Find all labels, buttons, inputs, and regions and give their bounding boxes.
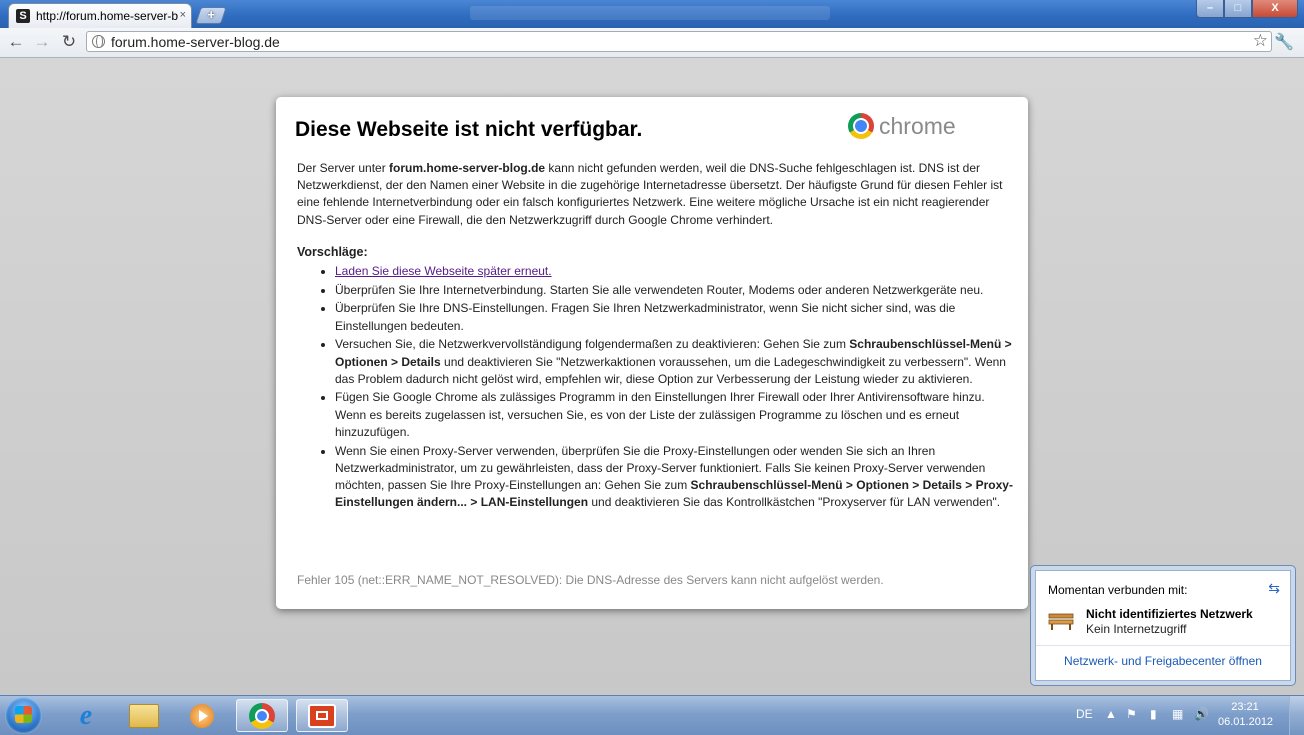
forward-arrow-icon[interactable]: → [32, 32, 52, 52]
error-code: Fehler 105 (net::ERR_NAME_NOT_RESOLVED):… [297, 573, 884, 587]
tab-title: http://forum.home-server-blog.de [36, 9, 178, 23]
new-tab-button[interactable]: + [195, 7, 227, 24]
snagit-icon [308, 703, 336, 728]
clock-date: 06.01.2012 [1218, 716, 1274, 728]
taskbar: e DE ▲ ⚑ ▮ ▦ 🔊 23:21 06.01.2012 [0, 695, 1304, 735]
bench-network-icon [1048, 613, 1074, 630]
window-titlebar[interactable]: S http://forum.home-server-blog.de × + –… [0, 0, 1304, 28]
chrome-logo: chrome [848, 113, 968, 143]
network-status-popup: Momentan verbunden mit: ⇆ Nicht identifi… [1030, 565, 1296, 686]
language-indicator[interactable]: DE [1076, 707, 1093, 721]
chrome-logo-icon [848, 113, 874, 139]
volume-icon[interactable]: 🔊 [1194, 707, 1209, 721]
suggestions-heading: Vorschläge: [297, 244, 368, 259]
reload-later-link[interactable]: Laden Sie diese Webseite später erneut. [335, 264, 552, 278]
error-intro: Der Server unter forum.home-server-blog.… [297, 161, 1003, 227]
minimize-button[interactable]: – [1196, 0, 1224, 18]
address-bar[interactable]: forum.home-server-blog.de ☆ [86, 31, 1272, 52]
taskbar-media-player[interactable] [176, 699, 228, 732]
back-arrow-icon[interactable]: ← [6, 32, 26, 52]
error-host: forum.home-server-blog.de [389, 161, 546, 175]
suggestions-list: Laden Sie diese Webseite später erneut. … [297, 263, 1013, 511]
clock-time: 23:21 [1231, 701, 1259, 713]
chrome-icon [249, 702, 275, 729]
maximize-button[interactable]: □ [1224, 0, 1252, 18]
wrench-icon[interactable]: 🔧 [1274, 32, 1294, 52]
clock[interactable]: 23:21 06.01.2012 [1218, 700, 1274, 730]
show-desktop-button[interactable] [1289, 696, 1304, 735]
list-item: Wenn Sie einen Proxy-Server verwenden, ü… [335, 443, 1013, 512]
tab-close-icon[interactable]: × [180, 9, 186, 21]
chrome-wordmark: chrome [879, 113, 956, 139]
close-button[interactable]: X [1252, 0, 1298, 18]
list-item: Laden Sie diese Webseite später erneut. [335, 263, 1013, 280]
list-item: Fügen Sie Google Chrome als zulässiges P… [335, 389, 1013, 441]
reload-icon[interactable]: ↻ [59, 32, 79, 52]
taskbar-snagit[interactable] [296, 699, 348, 732]
titlebar-background-text [470, 6, 830, 20]
browser-toolbar: ← → ↻ forum.home-server-blog.de ☆ 🔧 [0, 28, 1304, 58]
popup-panel: Momentan verbunden mit: ⇆ Nicht identifi… [1035, 570, 1291, 681]
taskbar-google-chrome[interactable] [236, 699, 288, 732]
star-icon[interactable]: ☆ [1253, 31, 1268, 51]
folder-icon [129, 703, 159, 728]
windows-logo-icon [15, 706, 32, 723]
list-item: Überprüfen Sie Ihre Internetverbindung. … [335, 282, 1013, 299]
list-item: Überprüfen Sie Ihre DNS-Einstellungen. F… [335, 300, 1013, 334]
media-player-icon [190, 703, 214, 728]
system-tray: DE ▲ ⚑ ▮ ▦ 🔊 23:21 06.01.2012 [1068, 696, 1304, 735]
network-warning-icon[interactable]: ▦ [1172, 707, 1183, 721]
network-status: Kein Internetzugriff [1086, 622, 1187, 636]
start-button[interactable] [5, 697, 42, 734]
globe-icon [92, 35, 105, 48]
network-center-link[interactable]: Netzwerk- und Freigabecenter öffnen [1036, 654, 1290, 668]
error-title: Diese Webseite ist nicht verfügbar. [295, 118, 643, 141]
window-controls: – □ X [1196, 0, 1298, 20]
browser-tab[interactable]: S http://forum.home-server-blog.de × [8, 3, 192, 28]
list-item: Versuchen Sie, die Netzwerkvervollständi… [335, 336, 1013, 388]
internet-explorer-icon: e [79, 699, 93, 731]
show-hidden-icons-icon[interactable]: ▲ [1105, 707, 1117, 721]
popup-divider [1036, 645, 1290, 646]
error-body: Der Server unter forum.home-server-blog.… [297, 160, 1013, 513]
refresh-icon[interactable]: ⇆ [1268, 580, 1280, 597]
site-favicon-icon: S [16, 9, 30, 23]
taskbar-windows-explorer[interactable] [118, 699, 170, 732]
power-icon[interactable]: ▮ [1150, 707, 1157, 721]
url-text[interactable]: forum.home-server-blog.de [111, 34, 280, 50]
action-center-flag-icon[interactable]: ⚑ [1126, 707, 1137, 721]
error-card: Diese Webseite ist nicht verfügbar. chro… [276, 97, 1028, 609]
plus-icon: + [207, 7, 215, 22]
popup-header: Momentan verbunden mit: [1048, 583, 1188, 597]
network-name: Nicht identifiziertes Netzwerk [1086, 607, 1253, 621]
taskbar-internet-explorer[interactable]: e [60, 699, 112, 732]
